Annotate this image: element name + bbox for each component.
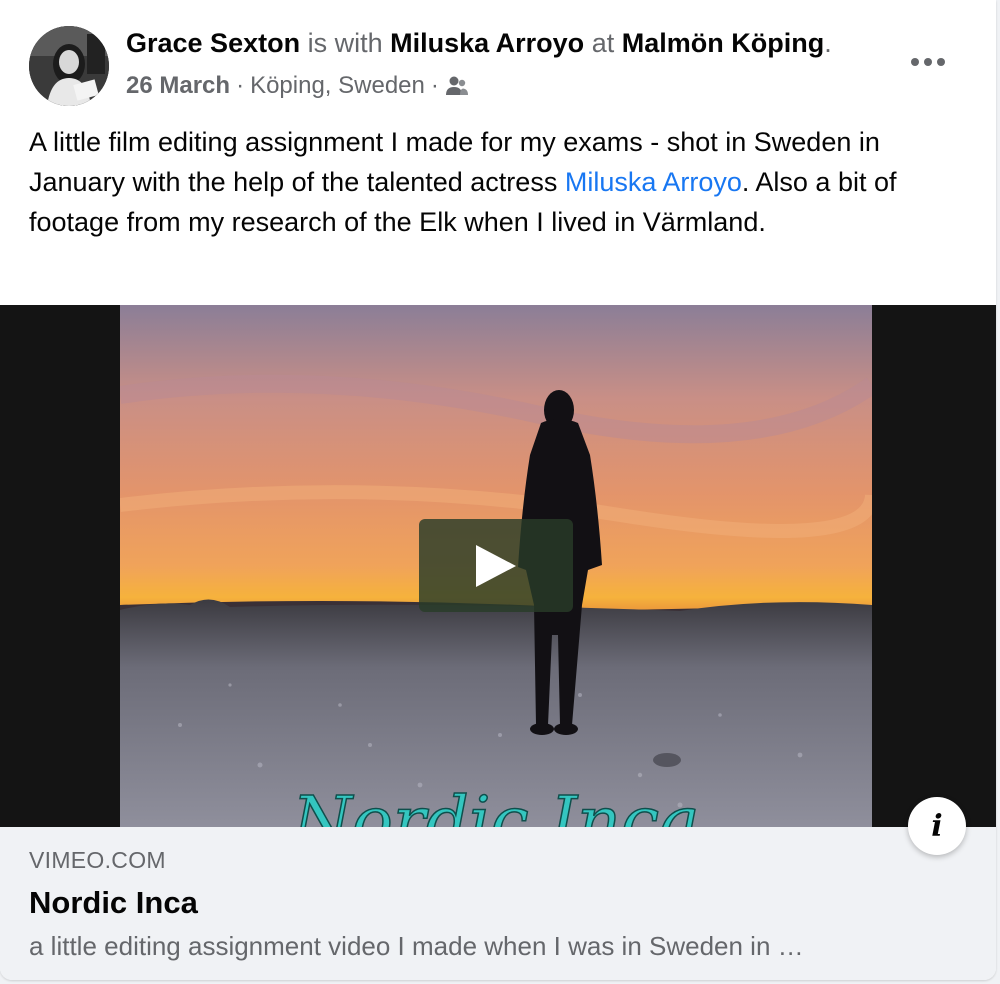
- preview-description: a little editing assignment video I made…: [29, 931, 804, 961]
- meta-separator: ·: [236, 72, 245, 99]
- author-name[interactable]: Grace Sexton: [126, 28, 300, 58]
- link-preview[interactable]: VIMEO.COM Nordic Inca a little editing a…: [0, 827, 996, 980]
- play-button[interactable]: [419, 519, 573, 612]
- overlay-title: Nordic Inca: [290, 783, 699, 827]
- mention-link[interactable]: Miluska Arroyo: [565, 167, 742, 197]
- post-header: Grace Sexton is with Miluska Arroyo at M…: [126, 28, 832, 59]
- tagged-person[interactable]: Miluska Arroyo: [390, 28, 584, 58]
- feed-post: Grace Sexton is with Miluska Arroyo at M…: [0, 0, 996, 980]
- preview-title: Nordic Inca: [29, 885, 198, 920]
- header-period: .: [824, 28, 832, 58]
- post-location[interactable]: Köping, Sweden: [250, 72, 425, 100]
- video-player[interactable]: Nordic Inca: [0, 305, 996, 827]
- post-date[interactable]: 26 March: [126, 72, 230, 100]
- info-button[interactable]: i: [908, 797, 966, 855]
- info-icon: i: [931, 808, 943, 844]
- post-text: A little film editing assignment I made …: [29, 122, 969, 242]
- play-icon: [476, 544, 516, 587]
- more-options-icon: [911, 58, 945, 66]
- post-meta: 26 March · Köping, Sweden ·: [126, 72, 469, 100]
- meta-separator: ·: [430, 72, 439, 99]
- friends-icon[interactable]: [445, 75, 469, 97]
- avatar-image: [29, 26, 109, 106]
- at-text: at: [591, 28, 615, 58]
- preview-domain: VIMEO.COM: [29, 847, 166, 873]
- checkin-place[interactable]: Malmön Köping: [622, 28, 824, 58]
- more-options-button[interactable]: [900, 40, 956, 84]
- is-with-text: is with: [307, 28, 383, 58]
- author-avatar[interactable]: [29, 26, 109, 106]
